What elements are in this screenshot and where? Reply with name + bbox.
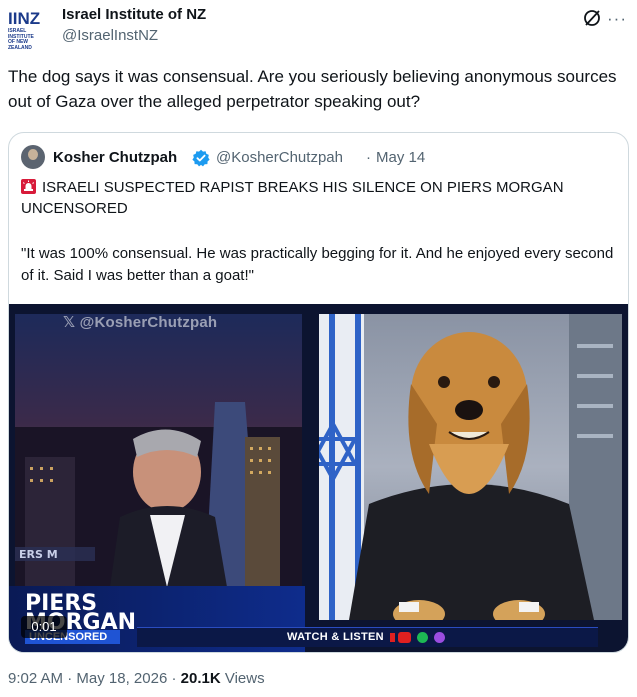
watch-listen-ticker: WATCH & LISTEN [137, 627, 598, 647]
video-watermark: 𝕏 @KosherChutzpah [63, 313, 217, 331]
quoted-author-name[interactable]: Kosher Chutzpah [53, 149, 177, 166]
city-skyline-graphic: ERS M [15, 402, 302, 587]
meta-separator: · [171, 670, 177, 687]
side-label-text: ERS M [19, 548, 58, 561]
grok-icon[interactable] [582, 8, 602, 28]
author-name[interactable]: Israel Institute of NZ [62, 6, 206, 23]
video-watermark-text: @KosherChutzpah [79, 314, 218, 331]
more-options-icon[interactable]: ··· [607, 9, 627, 29]
video-frame-divider [305, 304, 315, 652]
meta-separator: · [67, 670, 73, 687]
quoted-avatar[interactable] [21, 145, 45, 169]
video-left-panel: ERS M [15, 314, 302, 587]
avatar[interactable]: IINZ ISRAEL INSTITUTE OF NEW ZEALAND [8, 9, 50, 51]
author-handle[interactable]: @IsraelInstNZ [62, 27, 158, 44]
red-marker-icon [390, 633, 395, 642]
views-count: 20.1K [180, 670, 221, 687]
tweet-meta: 9:02 AM · May 18, 2026 · 20.1K Views [8, 670, 265, 687]
tweet-header: IINZ ISRAEL INSTITUTE OF NEW ZEALAND Isr… [8, 6, 629, 50]
youtube-icon [398, 632, 411, 643]
quoted-headline: ISRAELI SUSPECTED RAPIST BREAKS HIS SILE… [21, 177, 616, 219]
views-label: Views [224, 670, 265, 687]
meta-separator: · [366, 149, 371, 166]
quoted-body-text: "It was 100% consensual. He was practica… [21, 245, 614, 284]
quoted-date[interactable]: May 14 [376, 149, 425, 166]
ticker-text: WATCH & LISTEN [287, 631, 384, 643]
dog-anchor-graphic [319, 314, 622, 620]
logo-text: IINZ [8, 9, 41, 28]
quoted-tweet-card[interactable]: Kosher Chutzpah @KosherChutzpah · May 14… [8, 132, 629, 653]
post-time[interactable]: 9:02 AM [8, 670, 63, 687]
quoted-author-handle[interactable]: @KosherChutzpah [216, 149, 343, 166]
siren-icon [21, 179, 36, 194]
video-time-badge: 0:01 [21, 616, 67, 638]
tweet-text: The dog says it was consensual. Are you … [8, 67, 617, 111]
video-right-panel [319, 314, 622, 620]
video-player[interactable]: ERS M 𝕏 @KosherChutzpah PIERS MORGAN UNC… [9, 304, 628, 652]
post-date[interactable]: May 18, 2026 [76, 670, 167, 687]
verified-badge-icon [192, 149, 210, 167]
x-logo-icon: 𝕏 [63, 314, 76, 331]
logo-subtext: ISRAEL INSTITUTE OF NEW ZEALAND [8, 28, 34, 51]
spotify-icon [417, 632, 428, 643]
quoted-headline-text: ISRAELI SUSPECTED RAPIST BREAKS HIS SILE… [21, 179, 564, 217]
podcasts-icon [434, 632, 445, 643]
